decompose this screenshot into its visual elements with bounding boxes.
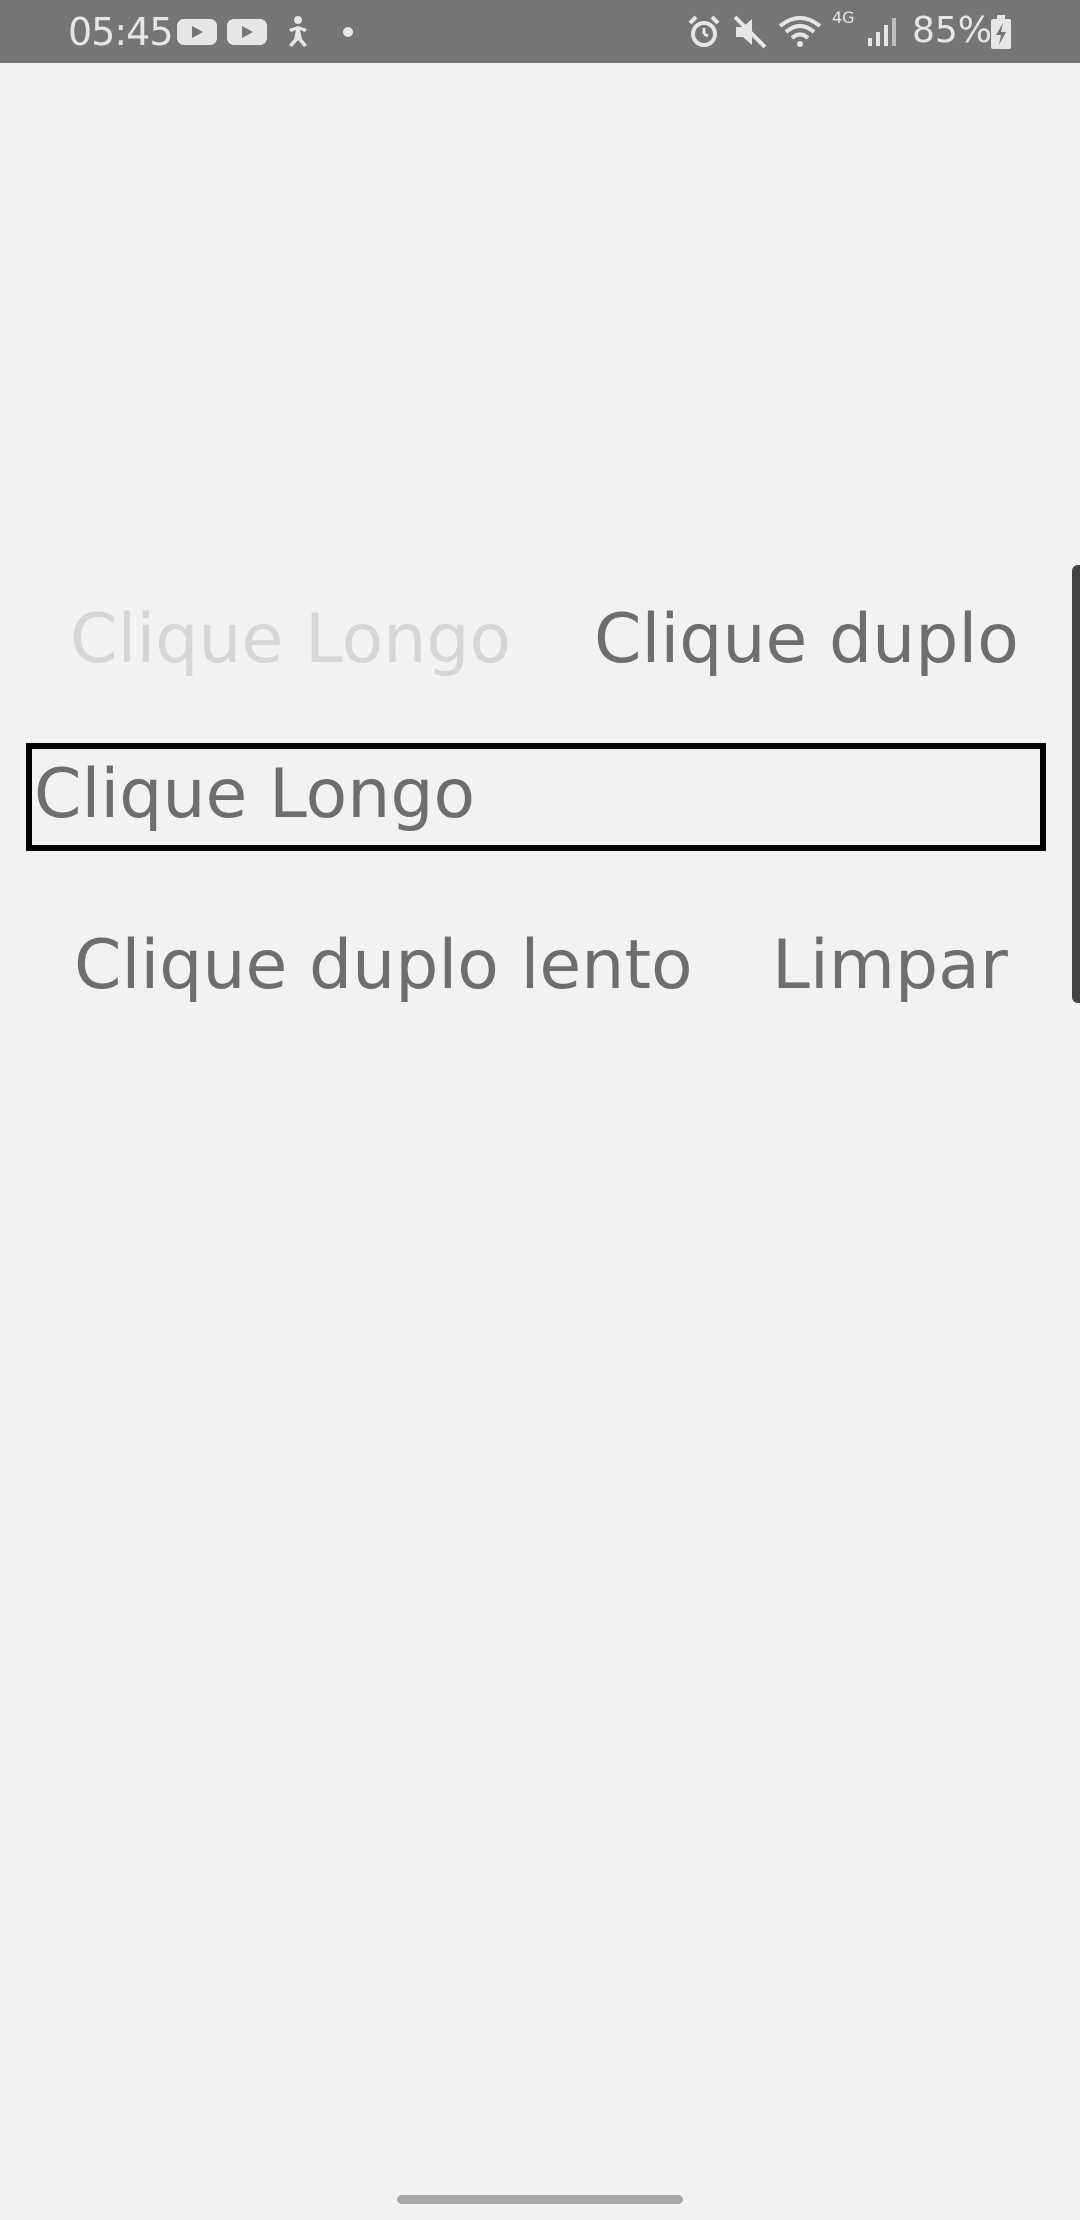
- network-type-label: 4G: [832, 8, 855, 27]
- slow-double-click-button[interactable]: Clique duplo lento: [74, 926, 693, 1005]
- double-click-button[interactable]: Clique duplo: [594, 600, 1019, 679]
- status-bar: 05:45 4G 85%: [0, 0, 1080, 63]
- accessibility-icon: [283, 0, 313, 63]
- wifi-icon: [778, 0, 822, 63]
- long-click-button[interactable]: Clique Longo: [70, 600, 511, 679]
- youtube-icon: [177, 0, 217, 63]
- result-display: Clique Longo: [26, 743, 1046, 851]
- dot-icon: [342, 0, 354, 63]
- edge-panel-handle[interactable]: [1072, 565, 1080, 1003]
- home-indicator[interactable]: [397, 2195, 683, 2204]
- screen: 05:45 4G 85% Clique Longo Clique duplo C…: [0, 0, 1080, 2220]
- status-time: 05:45: [68, 10, 174, 54]
- youtube-icon: [227, 0, 267, 63]
- battery-percentage: 85%: [912, 10, 993, 51]
- result-text: Clique Longo: [34, 755, 476, 834]
- alarm-icon: [686, 0, 722, 63]
- signal-icon: [866, 0, 898, 63]
- mute-icon: [732, 0, 768, 63]
- clear-button[interactable]: Limpar: [772, 926, 1008, 1005]
- battery-charging-icon: [990, 0, 1012, 63]
